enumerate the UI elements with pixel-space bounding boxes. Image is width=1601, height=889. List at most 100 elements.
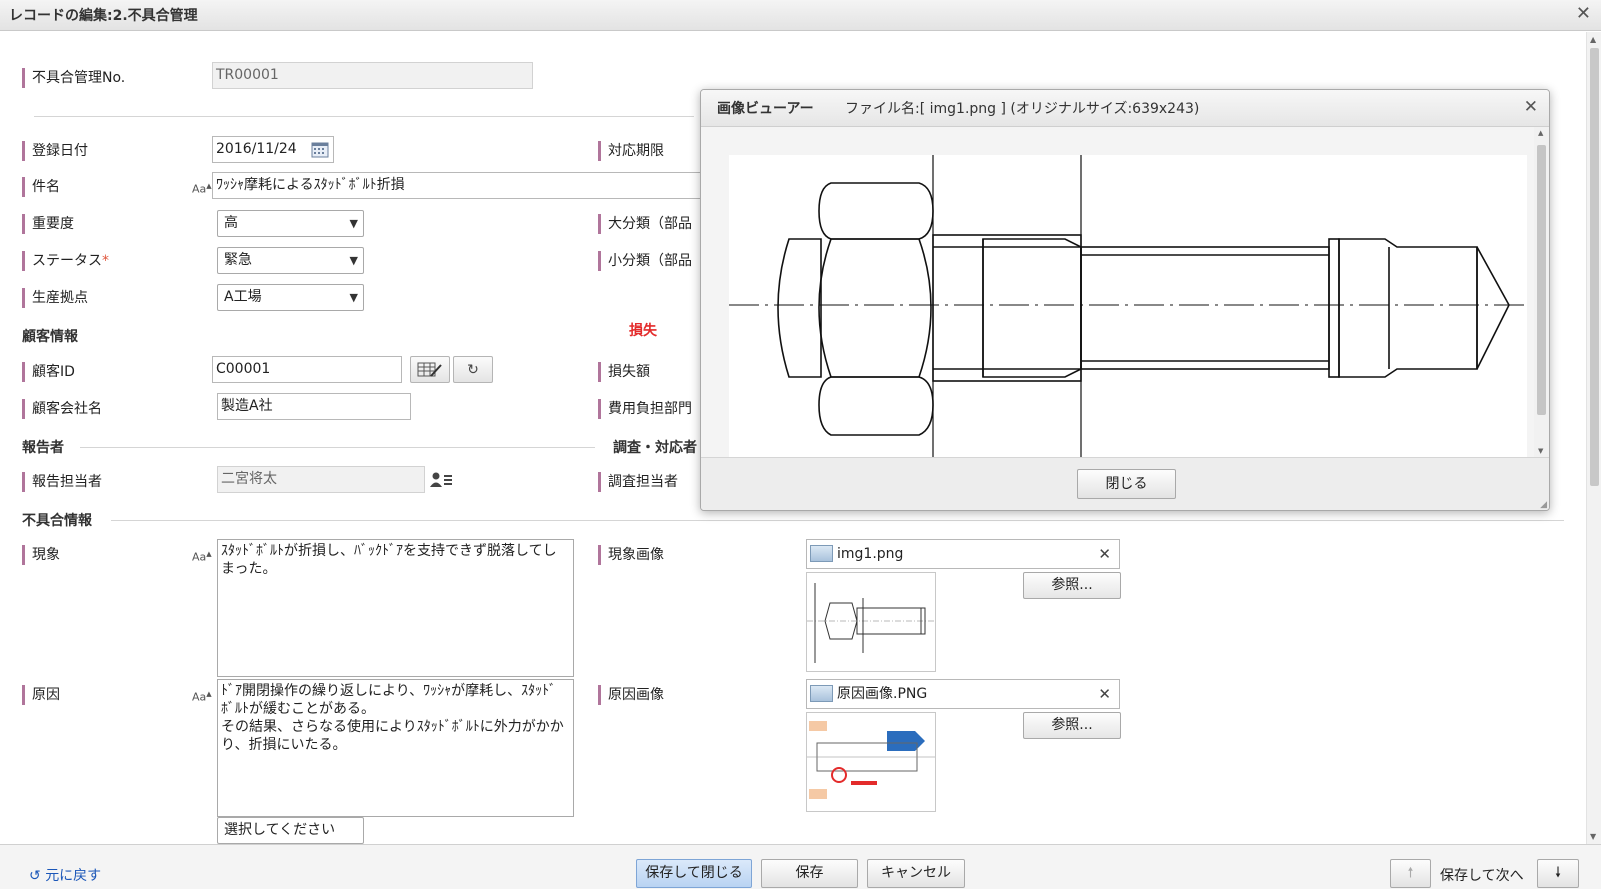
remove-file-icon[interactable]: ✕ bbox=[1098, 540, 1111, 568]
subject-input[interactable]: ﾜｯｼｬ摩耗によるｽﾀｯﾄﾞﾎﾞﾙﾄ折損 bbox=[212, 172, 702, 199]
page-scrollbar[interactable]: ▲ ▼ bbox=[1586, 32, 1601, 844]
image-viewer-body: ▲ ▼ bbox=[701, 127, 1549, 458]
lookup-button[interactable] bbox=[410, 356, 450, 383]
calendar-icon[interactable] bbox=[311, 141, 329, 158]
refresh-icon: ↻ bbox=[467, 361, 479, 378]
image-viewer-dialog: 画像ビューアー ファイル名:[ img1.png ] (オリジナルサイズ:639… bbox=[700, 89, 1550, 511]
importance-select[interactable]: 高 ▼ bbox=[217, 210, 364, 237]
undo-icon: ↺ bbox=[29, 868, 41, 884]
cause-image-label: 原因画像 bbox=[598, 684, 664, 706]
divider bbox=[111, 520, 1564, 521]
status-value: 緊急 bbox=[224, 252, 252, 268]
customer-company-label: 顧客会社名 bbox=[22, 398, 102, 420]
arrow-up-icon: 🠕 bbox=[1407, 865, 1414, 881]
partial-select-value: 選択してください bbox=[224, 822, 336, 838]
cause-image-file: 原因画像.PNG ✕ bbox=[806, 679, 1120, 709]
footer-bar: ↺ 元に戻す 保存して閉じる 保存 キャンセル 🠕 保存して次へ 🠗 bbox=[0, 844, 1601, 889]
scroll-up-icon[interactable]: ▲ bbox=[1590, 35, 1596, 44]
registered-date-value: 2016/11/24 bbox=[216, 141, 297, 157]
scroll-thumb[interactable] bbox=[1537, 145, 1546, 415]
phenomenon-image-thumbnail[interactable] bbox=[806, 572, 936, 672]
record-no-label: 不具合管理No. bbox=[22, 67, 125, 89]
loss-amount-label: 損失額 bbox=[598, 361, 650, 383]
resize-grip-icon[interactable]: ◢ bbox=[1540, 500, 1547, 510]
customer-id-label: 顧客ID bbox=[22, 361, 75, 383]
undo-label: 元に戻す bbox=[45, 868, 102, 884]
font-size-icon: Aa▲ bbox=[192, 550, 212, 564]
plant-value: A工場 bbox=[224, 289, 262, 305]
chevron-down-icon: ▼ bbox=[349, 217, 358, 230]
table-edit-icon bbox=[417, 362, 442, 377]
save-next-label: 保存して次へ bbox=[1440, 868, 1524, 884]
phenomenon-image-filename[interactable]: img1.png bbox=[837, 540, 903, 568]
window-close-icon[interactable]: ✕ bbox=[1576, 3, 1591, 24]
scroll-down-icon[interactable]: ▼ bbox=[1590, 832, 1596, 841]
arrow-down-icon: 🠗 bbox=[1554, 865, 1561, 881]
close-icon[interactable]: ✕ bbox=[1524, 97, 1538, 117]
phenomenon-browse-button[interactable]: 参照... bbox=[1023, 572, 1121, 599]
close-button[interactable]: 閉じる bbox=[1077, 469, 1176, 499]
reporter-section-heading: 報告者 bbox=[22, 440, 64, 456]
bolt-drawing-image bbox=[729, 155, 1527, 458]
status-select[interactable]: 緊急 ▼ bbox=[217, 247, 364, 274]
undo-link[interactable]: ↺ 元に戻す bbox=[29, 865, 101, 885]
customer-company-input[interactable]: 製造A社 bbox=[217, 393, 411, 420]
save-button[interactable]: 保存 bbox=[761, 859, 858, 888]
bolt-drawing-svg bbox=[729, 155, 1527, 458]
reporter-field: 二宮将太 bbox=[217, 466, 425, 493]
phenomenon-image-file: img1.png ✕ bbox=[806, 539, 1120, 569]
cost-dept-label: 費用負担部門 bbox=[598, 398, 692, 420]
major-category-label: 大分類（部品 bbox=[598, 213, 692, 235]
partial-select[interactable]: 選択してください bbox=[217, 817, 364, 844]
scroll-thumb[interactable] bbox=[1590, 48, 1599, 486]
cause-diagram-thumbnail bbox=[807, 721, 935, 799]
save-next-button[interactable]: 🠗 bbox=[1537, 859, 1579, 888]
investigation-section-heading: 調査・対応者 bbox=[613, 440, 697, 456]
phenomenon-image-label: 現象画像 bbox=[598, 544, 664, 566]
loss-section-heading: 損失 bbox=[629, 323, 657, 339]
importance-value: 高 bbox=[224, 215, 238, 231]
image-viewer-header: 画像ビューアー ファイル名:[ img1.png ] (オリジナルサイズ:639… bbox=[701, 90, 1549, 127]
cause-image-filename[interactable]: 原因画像.PNG bbox=[837, 680, 927, 708]
image-file-icon bbox=[810, 545, 833, 562]
status-label: ステータス* bbox=[22, 250, 109, 272]
plant-label: 生産拠点 bbox=[22, 287, 88, 309]
image-viewer-file-info: ファイル名:[ img1.png ] (オリジナルサイズ:639x243) bbox=[845, 101, 1200, 117]
previous-record-button[interactable]: 🠕 bbox=[1390, 859, 1431, 888]
image-file-icon bbox=[810, 685, 833, 702]
scroll-up-icon[interactable]: ▲ bbox=[1538, 129, 1543, 137]
viewer-scrollbar[interactable]: ▲ ▼ bbox=[1534, 127, 1549, 457]
bolt-drawing-thumbnail bbox=[807, 583, 935, 663]
required-mark: * bbox=[102, 253, 109, 269]
registered-date-label: 登録日付 bbox=[22, 140, 88, 162]
user-list-icon[interactable] bbox=[430, 472, 454, 488]
reset-button[interactable]: ↻ bbox=[453, 356, 493, 383]
window-titlebar: レコードの編集:2.不具合管理 ✕ bbox=[0, 0, 1601, 31]
record-no-field: TR00001 bbox=[212, 62, 533, 89]
plant-select[interactable]: A工場 ▼ bbox=[217, 284, 364, 311]
customer-id-input[interactable]: C00001 bbox=[212, 356, 402, 383]
cause-textarea[interactable]: ﾄﾞｱ開閉操作の繰り返しにより、ﾜｯｼｬが摩耗し、ｽﾀｯﾄﾞﾎﾞﾙﾄが緩むことが… bbox=[217, 679, 574, 817]
response-due-label: 対応期限 bbox=[598, 140, 664, 162]
phenomenon-label: 現象 bbox=[22, 544, 60, 566]
font-size-icon: Aa▲ bbox=[192, 182, 212, 196]
cause-image-thumbnail[interactable] bbox=[806, 712, 936, 812]
customer-section-heading: 顧客情報 bbox=[22, 329, 78, 345]
scroll-down-icon[interactable]: ▼ bbox=[1538, 447, 1543, 455]
minor-category-label: 小分類（部品 bbox=[598, 250, 692, 272]
subject-label: 件名 bbox=[22, 176, 60, 198]
cause-browse-button[interactable]: 参照... bbox=[1023, 712, 1121, 739]
image-viewer-footer: 閉じる ◢ bbox=[701, 457, 1549, 510]
chevron-down-icon: ▼ bbox=[349, 254, 358, 267]
divider bbox=[80, 447, 595, 448]
phenomenon-textarea[interactable]: ｽﾀｯﾄﾞﾎﾞﾙﾄが折損し、ﾊﾞｯｸﾄﾞｱを支持できず脱落してしまった。 bbox=[217, 539, 574, 677]
chevron-down-icon: ▼ bbox=[349, 291, 358, 304]
registered-date-input[interactable]: 2016/11/24 bbox=[212, 136, 334, 163]
cancel-button[interactable]: キャンセル bbox=[867, 859, 965, 888]
save-close-button[interactable]: 保存して閉じる bbox=[636, 859, 752, 888]
reporter-label: 報告担当者 bbox=[22, 471, 102, 493]
remove-file-icon[interactable]: ✕ bbox=[1098, 680, 1111, 708]
image-viewer-title: 画像ビューアー bbox=[717, 101, 814, 117]
defect-section-heading: 不具合情報 bbox=[22, 513, 92, 529]
divider bbox=[34, 116, 694, 117]
